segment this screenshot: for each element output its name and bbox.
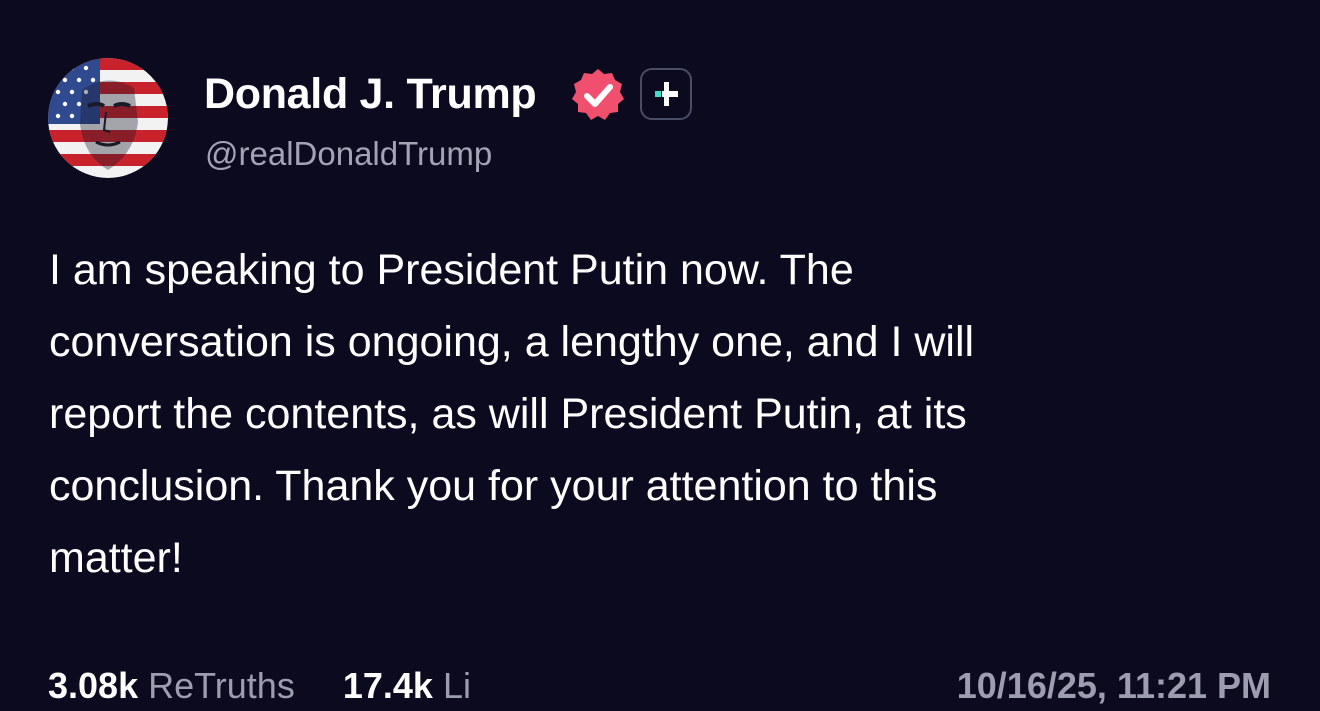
likes-count: 17.4k — [342, 665, 433, 706]
post-timestamp[interactable]: 10/16/25, 11:21 PM — [957, 664, 1271, 708]
author-display-name[interactable]: Donald J. Trump — [204, 68, 537, 120]
likes-label: Li — [442, 665, 471, 706]
likes-stat[interactable]: 17.4k Li — [343, 664, 471, 708]
obscured-region — [505, 658, 835, 711]
author-avatar[interactable] — [48, 58, 168, 178]
post-text: I am speaking to President Putin now. Th… — [49, 246, 975, 582]
post-card: Donald J. Trump @realDonaldTrump I am sp… — [0, 0, 1320, 711]
verified-badge-icon — [569, 66, 627, 124]
retruths-stat[interactable]: 3.08k ReTruths — [48, 664, 295, 708]
plus-badge-icon[interactable] — [640, 68, 692, 120]
retruths-count: 3.08k — [48, 665, 139, 706]
flag-portrait-avatar-icon — [48, 58, 168, 178]
post-stats: 3.08k ReTruths 17.4k Li — [48, 664, 471, 708]
author-handle[interactable]: @realDonaldTrump — [205, 133, 492, 175]
retruths-label: ReTruths — [148, 665, 295, 706]
